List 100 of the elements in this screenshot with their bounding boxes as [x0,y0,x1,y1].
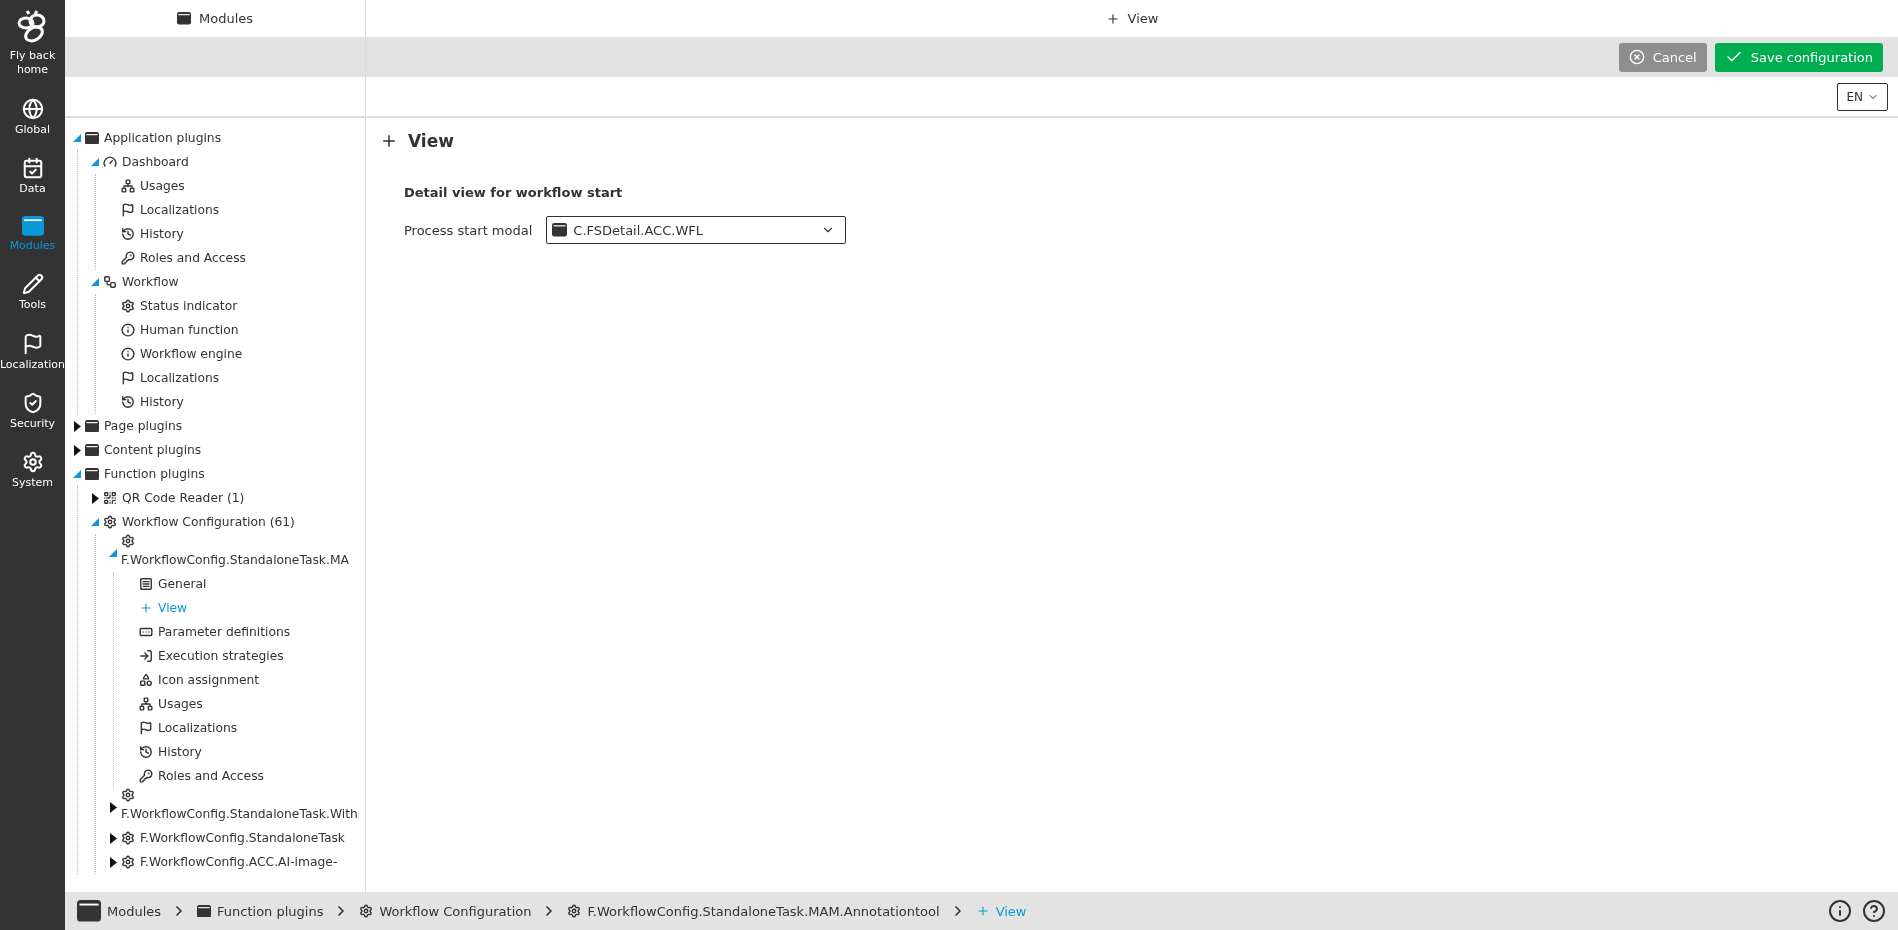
tree-item[interactable]: Roles and Access [121,246,246,270]
sidebar-item[interactable]: Tools [0,273,65,313]
collapsed-triangle-icon[interactable] [91,492,99,504]
settings-icon [21,451,44,474]
arrow-in-icon [139,649,153,663]
sidebar-item[interactable]: Global [0,97,65,137]
expanded-triangle-icon[interactable] [109,549,117,557]
info-icon[interactable] [1828,899,1852,923]
tree-item[interactable]: Usages [139,692,203,716]
history-icon [121,395,135,409]
collapsed-triangle-icon[interactable] [73,420,81,432]
plus-icon [380,132,398,150]
key-icon [139,769,153,783]
window-icon [85,131,99,145]
breadcrumb-link[interactable]: Function plugins [197,903,324,919]
collapsed-triangle-icon[interactable] [109,832,117,844]
plus-icon [139,601,153,615]
sidebar-item[interactable]: Modules [0,216,65,254]
tree-item[interactable]: History [121,390,184,414]
page-title: View [408,131,454,151]
expanded-triangle-icon[interactable] [91,278,99,286]
network-icon [139,697,153,711]
tree-item[interactable]: Usages [121,174,185,198]
language-select[interactable]: EN [1837,82,1888,111]
tree-item[interactable]: Status indicator [121,294,238,318]
view-tab[interactable]: View [1105,11,1159,26]
modules-tab[interactable]: Modules [176,11,253,26]
flag-icon [139,721,153,735]
window-icon [552,223,568,237]
tree-item[interactable]: Localizations [139,716,238,740]
tree-item[interactable]: Page plugins [85,414,183,438]
tree-item[interactable]: Workflow engine [121,342,243,366]
tree-item[interactable]: General [139,572,207,596]
sidebar-item[interactable]: System [0,451,65,491]
tree-item[interactable]: Content plugins [85,438,202,462]
window-icon [85,443,99,457]
settings-icon [103,515,117,529]
home-link[interactable]: Fly back home [0,10,65,78]
window-icon [85,419,99,433]
tree-item[interactable]: Application plugins [85,126,222,150]
window-icon [77,900,101,922]
close-icon [1628,49,1645,65]
expanded-triangle-icon[interactable] [91,158,99,166]
tree-item[interactable]: History [121,222,184,246]
parameter-icon [139,625,153,639]
sidebar-item[interactable]: Data [0,156,65,197]
window-icon [85,467,99,481]
settings-icon [121,855,135,869]
qr-code-icon [103,491,117,505]
history-icon [121,227,135,241]
window-icon [21,216,44,236]
tree-item[interactable]: Execution strategies [139,644,284,668]
collapsed-triangle-icon[interactable] [109,801,117,813]
breadcrumb-link[interactable]: Modules [77,900,162,922]
flag-icon [121,371,135,385]
tree-item[interactable]: QR Code Reader (1) [103,486,245,510]
tree-item[interactable]: F.WorkflowConfig.StandaloneTask.With [121,788,365,826]
shapes-icon [139,673,153,687]
breadcrumb-link[interactable]: F.WorkflowConfig.StandaloneTask.MAM.Annotationtool [567,903,940,919]
tree-item[interactable]: F.WorkflowConfig.StandaloneTask [121,826,345,850]
info-icon [121,323,135,337]
tree-item[interactable]: Parameter definitions [139,620,291,644]
window-icon [197,904,212,918]
breadcrumb-link[interactable]: Workflow Configuration [359,903,532,919]
key-icon [121,251,135,265]
workflow-icon [103,275,117,289]
tree-item[interactable]: Function plugins [85,462,205,486]
window-icon [176,12,191,25]
process-start-select[interactable]: C.FSDetail.ACC.WFL [546,216,847,244]
info-icon [121,347,135,361]
help-icon[interactable] [1862,899,1886,923]
tree-item[interactable]: Roles and Access [139,764,264,788]
settings-icon [121,299,135,313]
calendar-icon [21,156,44,179]
collapsed-triangle-icon[interactable] [109,856,117,868]
plus-icon [975,904,990,918]
tree-item[interactable]: Icon assignment [139,668,260,692]
tree-item[interactable]: Dashboard [103,150,189,174]
expanded-triangle-icon[interactable] [73,134,81,142]
sidebar-item[interactable]: Localization [0,332,65,372]
settings-icon [121,534,135,548]
sidebar-item[interactable]: Security [0,391,65,432]
settings-icon [359,904,374,918]
tree-item[interactable]: F.WorkflowConfig.ACC.AI-image- [121,850,338,874]
tree-item[interactable]: Localizations [121,366,220,390]
expanded-triangle-icon[interactable] [91,518,99,526]
tree-item[interactable]: Workflow Configuration (61) [103,510,295,534]
tree-item[interactable]: Workflow [103,270,179,294]
tree-item[interactable]: Localizations [121,198,220,222]
tree-item[interactable]: History [139,740,202,764]
settings-icon [567,904,582,918]
network-icon [121,179,135,193]
tree-item[interactable]: F.WorkflowConfig.StandaloneTask.MA [121,534,365,572]
form-icon [139,577,153,591]
field-label: Process start modal [404,222,533,238]
collapsed-triangle-icon[interactable] [73,444,81,456]
tree-item[interactable]: Human function [121,318,239,342]
globe-icon [21,97,44,120]
section-title: Detail view for workflow start [404,185,624,200]
expanded-triangle-icon[interactable] [73,470,81,478]
